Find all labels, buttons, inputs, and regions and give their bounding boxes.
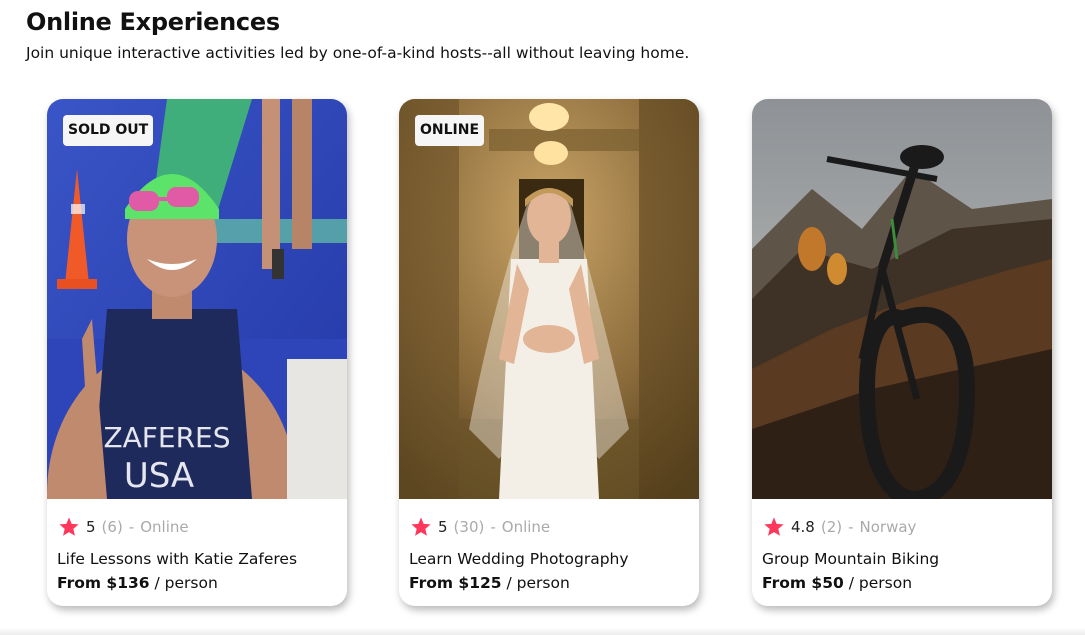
- swimmer-photo[interactable]: ZAFERES USA SOLD OUT: [47, 99, 347, 499]
- experience-card[interactable]: ONLINE 5 (30) - Online Learn Wedding Pho…: [399, 99, 699, 606]
- page-title: Online Experiences: [26, 8, 280, 36]
- bride-photo[interactable]: ONLINE: [399, 99, 699, 499]
- star-icon: [59, 517, 79, 536]
- page-subtitle: Join unique interactive activities led b…: [26, 44, 690, 62]
- price-value: From $136: [57, 574, 150, 592]
- location-label: Norway: [859, 518, 917, 536]
- status-badge: ONLINE: [415, 115, 485, 146]
- star-icon: [764, 517, 784, 536]
- card-stats: 4.8 (2) - Norway: [763, 516, 916, 538]
- card-title[interactable]: Life Lessons with Katie Zaferes: [57, 550, 297, 568]
- review-count: (2): [820, 518, 843, 536]
- card-price: From $125 / person: [409, 574, 570, 592]
- price-value: From $50: [762, 574, 844, 592]
- card-title[interactable]: Group Mountain Biking: [762, 550, 939, 568]
- price-unit: / person: [154, 574, 218, 592]
- star-icon: [411, 517, 431, 536]
- status-badge: SOLD OUT: [63, 115, 154, 146]
- rating-value: 4.8: [791, 518, 815, 536]
- price-unit: / person: [848, 574, 913, 592]
- bottom-scroll-shade: [0, 627, 1085, 635]
- rating-value: 5: [86, 518, 96, 536]
- experience-card[interactable]: 4.8 (2) - Norway Group Mountain Biking F…: [752, 99, 1052, 606]
- online-experiences-page: Online Experiences Join unique interacti…: [0, 0, 1085, 635]
- swimsuit-text-name: ZAFERES: [103, 421, 230, 454]
- rating-value: 5: [438, 518, 448, 536]
- separator-dash: -: [128, 518, 135, 536]
- separator-dash: -: [848, 518, 854, 536]
- location-label: Online: [140, 518, 189, 536]
- card-stats: 5 (6) - Online: [58, 516, 189, 538]
- mountain-bike-photo[interactable]: [752, 99, 1052, 499]
- swimsuit-text-country: USA: [124, 456, 194, 496]
- card-price: From $50 / person: [762, 574, 912, 592]
- card-price: From $136 / person: [57, 574, 218, 592]
- review-count: (6): [101, 518, 123, 536]
- card-title[interactable]: Learn Wedding Photography: [409, 550, 629, 568]
- card-stats: 5 (30) - Online: [410, 516, 550, 538]
- location-label: Online: [501, 518, 551, 536]
- review-count: (30): [453, 518, 485, 536]
- experience-card[interactable]: ZAFERES USA SOLD OUT 5 (6) - Online Life…: [47, 99, 347, 606]
- price-value: From $125: [409, 574, 502, 592]
- separator-dash: -: [490, 518, 496, 536]
- price-unit: / person: [506, 574, 570, 592]
